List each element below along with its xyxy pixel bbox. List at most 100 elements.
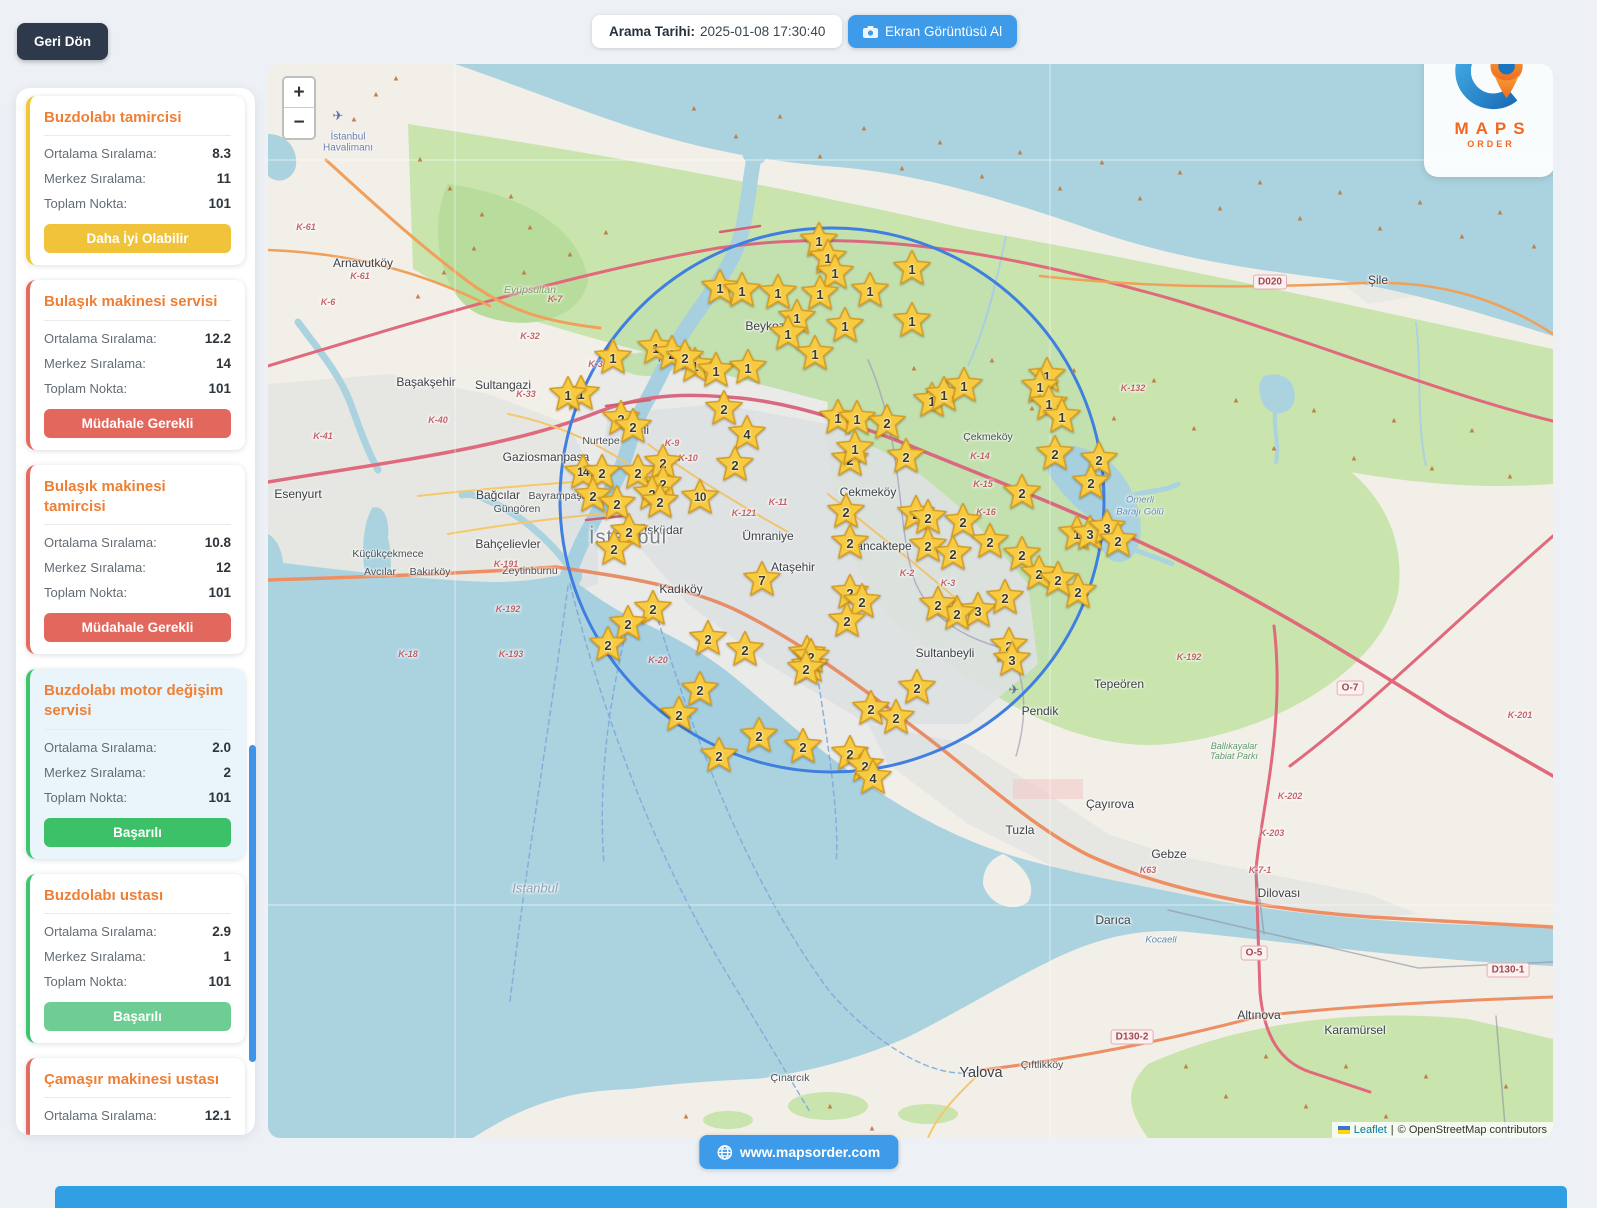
stat-value: 12.2: [205, 331, 231, 346]
stat-value: 2.0: [212, 740, 231, 755]
stat-value: 20: [216, 1133, 231, 1135]
stat-row: Toplam Nokta:101: [44, 196, 231, 211]
leaflet-link[interactable]: Leaflet: [1354, 1124, 1387, 1136]
website-button[interactable]: www.mapsorder.com: [699, 1135, 898, 1169]
rank-marker[interactable]: 7: [743, 560, 781, 597]
stat-label: Ortalama Sıralama:: [44, 331, 157, 346]
zoom-control: + −: [282, 76, 316, 140]
stat-row: Ortalama Sıralama: 12.1: [44, 1108, 231, 1123]
rank-marker[interactable]: 2: [787, 649, 825, 686]
ukraine-flag-icon: [1338, 1126, 1350, 1134]
map-attribution: Leaflet | © OpenStreetMap contributors: [1332, 1122, 1553, 1138]
stat-row: Merkez Sıralama:1: [44, 949, 231, 964]
rank-marker[interactable]: 1: [729, 348, 767, 385]
logo-title: MAPS: [1431, 119, 1553, 139]
rank-marker[interactable]: 2: [689, 619, 727, 656]
keyword-card-title: Buzdolabı ustası: [44, 886, 231, 914]
rank-marker[interactable]: 10: [681, 478, 719, 515]
keyword-card-title: Bulaşık makinesi tamircisi: [44, 477, 231, 526]
search-date-value: 2025-01-08 17:30:40: [700, 24, 825, 39]
mapsorder-logo-icon: [1451, 64, 1529, 112]
zoom-in-button[interactable]: +: [284, 78, 314, 108]
leaflet-map[interactable]: ▲▲▲▲▲▲▲▲▲▲▲▲▲▲▲▲▲▲▲▲▲▲▲▲▲▲▲▲▲▲▲▲▲▲▲▲▲▲▲▲…: [268, 64, 1553, 1138]
zoom-out-button[interactable]: −: [284, 108, 314, 138]
sidebar-scrollbar[interactable]: [249, 745, 256, 1062]
stat-value: 101: [208, 196, 231, 211]
rank-marker[interactable]: 2: [589, 625, 627, 662]
keyword-card-6[interactable]: Çamaşır makinesi ustasıOrtalama Sıralama…: [26, 1058, 245, 1135]
stat-value: 12.1: [205, 1108, 231, 1123]
stat-label: Merkez Sıralama:: [44, 560, 146, 575]
rank-marker[interactable]: 2: [887, 437, 925, 474]
status-badge: Başarılı: [44, 1002, 231, 1031]
stat-value: 2: [223, 765, 231, 780]
rank-marker[interactable]: 2: [898, 668, 936, 705]
stat-value: 8.3: [212, 146, 231, 161]
rank-marker[interactable]: 2: [828, 601, 866, 638]
attribution-separator: |: [1391, 1124, 1394, 1136]
rank-marker[interactable]: 2: [1039, 560, 1077, 597]
rank-marker[interactable]: 2: [716, 445, 754, 482]
stat-label: Merkez Sıralama:: [44, 1133, 146, 1135]
stat-row: Toplam Nokta: 101: [44, 974, 231, 989]
rank-marker[interactable]: 1: [893, 249, 931, 286]
status-badge: Başarılı: [44, 818, 231, 847]
rank-marker[interactable]: 2: [831, 523, 869, 560]
rank-marker[interactable]: 2: [1036, 434, 1074, 471]
stat-label: Toplam Nokta:: [44, 585, 127, 600]
rank-marker[interactable]: 1: [1043, 397, 1081, 434]
rank-marker[interactable]: 3: [993, 640, 1031, 677]
rank-marker[interactable]: 2: [660, 695, 698, 732]
stat-value: 101: [208, 974, 231, 989]
stat-row: Toplam Nokta:101: [44, 585, 231, 600]
rank-marker[interactable]: 2: [934, 534, 972, 571]
rank-marker[interactable]: 1: [851, 271, 889, 308]
stat-row: Ortalama Sıralama:8.3: [44, 146, 231, 161]
rank-marker[interactable]: 1: [723, 271, 761, 308]
keyword-card-5[interactable]: Buzdolabı ustası Ortalama Sıralama:2.9 Mer…: [26, 874, 245, 1043]
rank-marker[interactable]: 1: [893, 301, 931, 338]
rank-marker[interactable]: 2: [726, 630, 764, 667]
stat-row: Merkez Sıralama:14: [44, 356, 231, 371]
stat-value: 2.9: [212, 924, 231, 939]
rank-marker[interactable]: 1: [594, 338, 632, 375]
rank-marker[interactable]: 2: [919, 585, 957, 622]
stat-row: Ortalama Sıralama:10.8: [44, 535, 231, 550]
rank-marker[interactable]: 2: [986, 578, 1024, 615]
search-date-label: Arama Tarihi:: [609, 24, 695, 39]
rank-marker[interactable]: 2: [614, 407, 652, 444]
keyword-card-2[interactable]: Bulaşık makinesi servisiOrtalama Sıralam…: [26, 280, 245, 449]
rank-marker[interactable]: 2: [700, 736, 738, 773]
status-badge: Müdahale Gerekli: [44, 613, 231, 642]
rank-marker[interactable]: 1: [796, 334, 834, 371]
rank-marker[interactable]: 2: [740, 716, 778, 753]
stat-label: Merkez Sıralama:: [44, 171, 146, 186]
stat-row: Merkez Sıralama: 20: [44, 1133, 231, 1135]
rank-marker[interactable]: 2: [1072, 463, 1110, 500]
rank-marker[interactable]: 2: [971, 522, 1009, 559]
keyword-card-3[interactable]: Bulaşık makinesi tamircisi Ortalama Sıral…: [26, 465, 245, 655]
stat-label: Ortalama Sıralama:: [44, 1108, 157, 1123]
stat-row: Merkez Sıralama:11: [44, 171, 231, 186]
back-button[interactable]: Geri Dön: [17, 23, 108, 60]
rank-marker[interactable]: 2: [784, 727, 822, 764]
rank-marker[interactable]: 2: [595, 529, 633, 566]
rank-marker[interactable]: 2: [1003, 473, 1041, 510]
website-button-label: www.mapsorder.com: [740, 1144, 880, 1160]
map-terrain: [268, 64, 1553, 1138]
screenshot-button[interactable]: Ekran Görüntüsü Al: [848, 15, 1017, 48]
stat-row: Ortalama Sıralama:2.9: [44, 924, 231, 939]
logo-subtitle: ORDER: [1427, 139, 1553, 149]
keyword-card-1[interactable]: Buzdolabı tamircisiOrtalama Sıralama:8.3…: [26, 96, 245, 265]
rank-marker[interactable]: 2: [1099, 521, 1137, 558]
rank-marker[interactable]: 2: [666, 338, 704, 375]
keyword-card-4[interactable]: Buzdolabı motor değişim servisiOrtalama …: [26, 669, 245, 859]
rank-marker[interactable]: 4: [854, 758, 892, 795]
stat-label: Toplam Nokta:: [44, 381, 127, 396]
stat-row: Toplam Nokta:101: [44, 790, 231, 805]
rank-marker[interactable]: 1: [549, 375, 587, 412]
stat-label: Merkez Sıralama:: [44, 949, 146, 964]
stat-label: Toplam Nokta:: [44, 974, 127, 989]
rank-marker[interactable]: 1: [945, 366, 983, 403]
rank-marker[interactable]: 1: [836, 429, 874, 466]
